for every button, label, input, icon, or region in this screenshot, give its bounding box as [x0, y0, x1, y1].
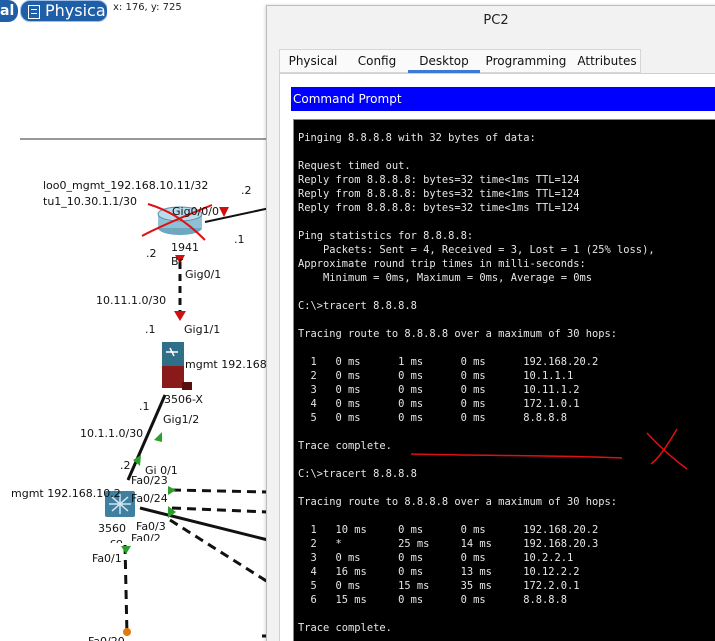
port-label: Gig1/2 [163, 413, 200, 426]
port-label: Fa0/1 [92, 552, 122, 565]
access-switch-model-label: 3560 [98, 522, 126, 535]
terminal-line: Reply from 8.8.8.8: bytes=32 time<1ms TT… [298, 202, 580, 214]
terminal-line: Packets: Sent = 4, Received = 3, Lost = … [298, 244, 655, 256]
link-label: .2 [120, 459, 131, 472]
pc2-window[interactable]: PC2 Physical Config Desktop Programming … [266, 5, 715, 641]
access-link-fa03 [169, 518, 269, 584]
link-label: .1 [234, 233, 245, 246]
port-label: Fa0/20 [88, 635, 125, 641]
subnet-label: 10.1.1.0/30 [80, 427, 144, 440]
terminal-line: Tracing route to 8.8.8.8 over a maximum … [298, 496, 618, 508]
link-marker-green [154, 432, 162, 442]
port-label: Fa0/24 [131, 492, 168, 505]
terminal-line: 2 0 ms 0 ms 0 ms 10.1.1.1 [298, 370, 574, 382]
router-model-label: 1941 [171, 241, 199, 254]
terminal-line: Trace complete. [298, 622, 392, 634]
command-prompt-titlebar: Command Prompt [291, 87, 715, 111]
terminal-output[interactable]: Pinging 8.8.8.8 with 32 bytes of data: R… [293, 119, 715, 641]
terminal-line: 2 * 25 ms 14 ms 192.168.20.3 [298, 538, 599, 550]
subnet-label: 10.11.1.0/30 [96, 294, 167, 307]
terminal-line: Reply from 8.8.8.8: bytes=32 time<1ms TT… [298, 174, 580, 186]
access-link-fa023 [171, 488, 269, 494]
l3-switch-model-label: 3506-X [164, 393, 203, 406]
physical-label: Physical [45, 1, 111, 20]
terminal-line: 6 15 ms 0 ms 0 ms 8.8.8.8 [298, 594, 568, 606]
router-loopback-label: loo0_mgmt_192.168.10.11/32 [43, 179, 209, 192]
port-label: Gig0/0/0 [172, 205, 219, 218]
port-label: Gig1/1 [184, 323, 221, 336]
l3-switch-mgmt-label: mgmt 192.168.1 [185, 358, 278, 371]
terminal-line: Reply from 8.8.8.8: bytes=32 time<1ms TT… [298, 188, 580, 200]
terminal-line: Trace complete. [298, 440, 392, 452]
tab-programming[interactable]: Programming [480, 50, 572, 73]
tab-config[interactable]: Config [346, 50, 408, 73]
tab-bar: Physical Config Desktop Programming Attr… [279, 49, 641, 73]
terminal-text: Pinging 8.8.8.8 with 32 bytes of data: R… [298, 131, 715, 635]
link-marker-red [174, 311, 186, 321]
terminal-line: 5 0 ms 15 ms 35 ms 172.2.0.1 [298, 580, 580, 592]
terminal-line: 5 0 ms 0 ms 0 ms 8.8.8.8 [298, 412, 568, 424]
link-label: .1 [139, 400, 150, 413]
window-title: PC2 [483, 13, 509, 28]
terminal-line: 4 16 ms 0 ms 13 ms 10.12.2.2 [298, 566, 580, 578]
cursor-coordinates: x: 176, y: 725 [113, 2, 182, 13]
terminal-line: 4 0 ms 0 ms 0 ms 172.1.0.1 [298, 398, 580, 410]
router-tunnel-label: tu1_10.30.1.1/30 [43, 195, 137, 208]
terminal-line: C:\>tracert 8.8.8.8 [298, 468, 417, 480]
tab-physical[interactable]: Physical [280, 50, 346, 73]
access-switch-name-label: co [110, 536, 123, 543]
terminal-line: 1 10 ms 0 ms 0 ms 192.168.20.2 [298, 524, 599, 536]
port-label: Fa0/23 [131, 474, 168, 487]
link-label: .2 [146, 247, 157, 260]
terminal-line: Request timed out. [298, 160, 411, 172]
access-link-fa024 [171, 506, 269, 514]
port-label: Fa0/2 [131, 532, 161, 541]
link-marker-green [121, 546, 131, 554]
tab-attributes[interactable]: Attributes [572, 50, 642, 73]
link-label: .1 [145, 323, 156, 336]
terminal-line: Approximate round trip times in milli-se… [298, 258, 586, 270]
router-name-label: Br [171, 255, 184, 268]
mode-chip[interactable]: al [0, 0, 18, 22]
access-switch-mgmt-label: mgmt 192.168.10.2 [11, 487, 121, 500]
terminal-line: Pinging 8.8.8.8 with 32 bytes of data: [298, 132, 536, 144]
terminal-line: Tracing route to 8.8.8.8 over a maximum … [298, 328, 618, 340]
tab-desktop[interactable]: Desktop [408, 50, 480, 73]
terminal-line: 1 0 ms 1 ms 0 ms 192.168.20.2 [298, 356, 599, 368]
terminal-line: 3 0 ms 0 ms 0 ms 10.11.1.2 [298, 384, 580, 396]
physical-view-button[interactable]: Physical [20, 0, 111, 22]
port-label: Gig0/1 [185, 268, 222, 281]
terminal-line: C:\>tracert 8.8.8.8 [298, 300, 417, 312]
link-marker-red [219, 207, 229, 217]
link-marker-green [168, 486, 176, 495]
terminal-line: Minimum = 0ms, Maximum = 0ms, Average = … [298, 272, 593, 284]
access-link-fa01 [123, 544, 129, 636]
link-label: .2 [241, 184, 252, 197]
terminal-line: 3 0 ms 0 ms 0 ms 10.2.2.1 [298, 552, 574, 564]
terminal-line: Ping statistics for 8.8.8.8: [298, 230, 474, 242]
physical-workspace-icon [28, 5, 40, 19]
